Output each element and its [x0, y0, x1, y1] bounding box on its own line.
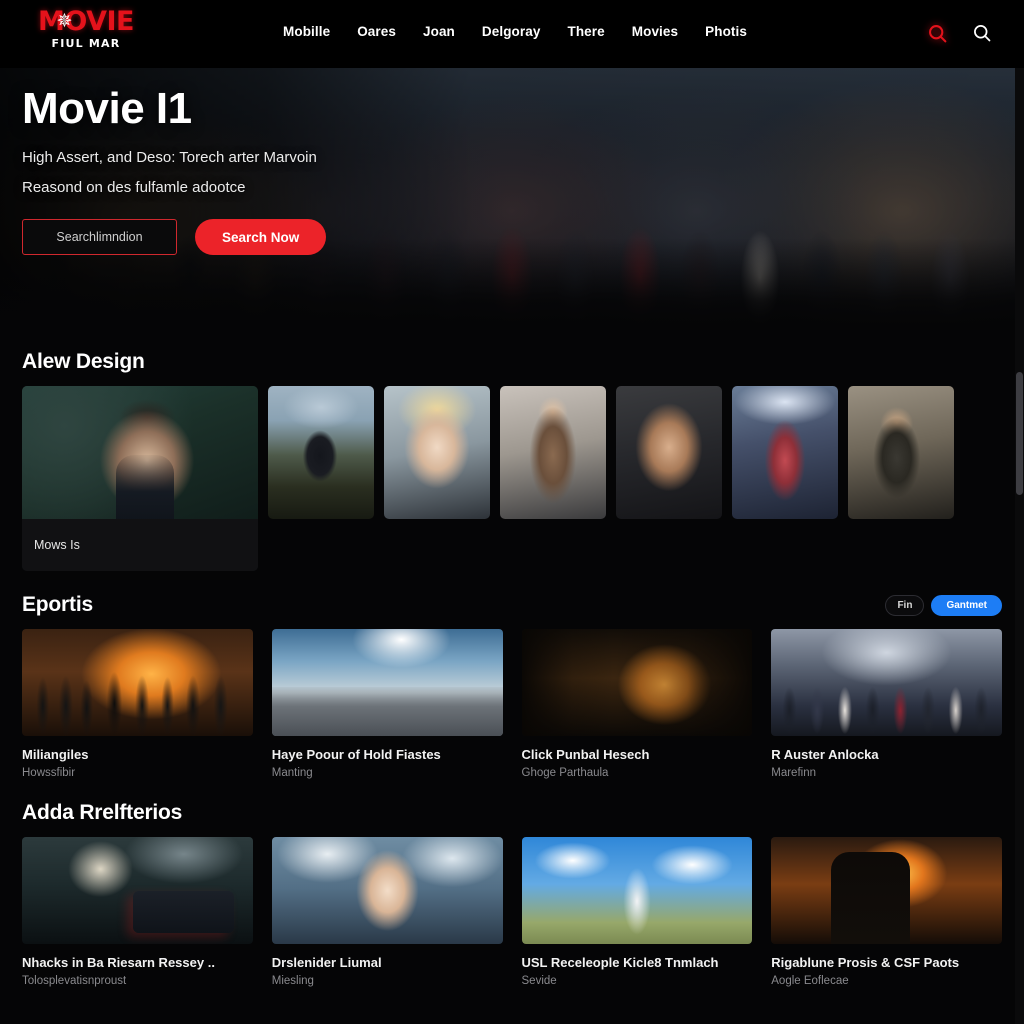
card-title: Click Punbal Hesech — [521, 747, 650, 762]
card-meta: Manting — [271, 767, 313, 779]
card-title: Drslenider Liumal — [271, 955, 382, 970]
card-meta: Marefinn — [771, 767, 816, 779]
section-alew-design: Alew Design Mows Is — [0, 328, 1024, 571]
section-header-eportis: Eportis Fin Gantmet — [22, 571, 1002, 629]
thumb-man-tank-top[interactable] — [500, 386, 606, 519]
nav-item-photis[interactable]: Photis — [705, 24, 747, 39]
card-r-auster-anlocka[interactable]: R Auster Anlocka Marefinn — [771, 629, 1002, 779]
card-artwork — [521, 629, 753, 736]
card-nhacks-in-ba-riesarn-ressey[interactable]: Nhacks in Ba Riesarn Ressey .. Tolosplev… — [22, 837, 253, 987]
page-root: MOVIE ✵ FIUL MAR Mobille Oares Joan Delg… — [0, 0, 1024, 1024]
card-meta: Sevide — [521, 975, 557, 987]
header-actions — [925, 21, 994, 45]
main-nav: Mobille Oares Joan Delgoray There Movies… — [283, 24, 747, 39]
hero-actions: Search Now — [22, 219, 642, 256]
hero-content: Movie I1 High Assert, and Deso: Torech a… — [22, 84, 642, 256]
search-icon-red[interactable] — [925, 21, 949, 45]
feature-card-caption: Mows Is — [22, 519, 258, 571]
section-header-alew-design: Alew Design — [22, 328, 1002, 386]
nav-item-movies[interactable]: Movies — [632, 24, 678, 39]
search-now-button[interactable]: Search Now — [195, 219, 327, 256]
thumb-woman-red-shirt-crowd[interactable] — [732, 386, 838, 519]
card-title: Nhacks in Ba Riesarn Ressey .. — [22, 955, 215, 970]
thumb-man-suit-agents[interactable] — [848, 386, 954, 519]
card-meta: Howssfibir — [22, 767, 76, 779]
card-artwork — [271, 629, 503, 736]
card-drslenider-liumal[interactable]: Drslenider Liumal Miesling — [271, 837, 503, 987]
thumb-blonde-woman[interactable] — [384, 386, 490, 519]
hero-title: Movie I1 — [22, 84, 192, 133]
nav-item-joan[interactable]: Joan — [423, 24, 455, 39]
hero-search-input[interactable] — [22, 219, 177, 256]
site-header: MOVIE ✵ FIUL MAR Mobille Oares Joan Delg… — [0, 0, 1024, 68]
section-title-adda-rrelfterios: Adda Rrelfterios — [22, 801, 183, 824]
card-rigablune-prosis-csf-paots[interactable]: Rigablune Prosis & CSF Paots Aogle Eofle… — [771, 837, 1002, 987]
card-artwork — [22, 629, 253, 736]
search-icon-white[interactable] — [970, 21, 994, 45]
carousel-edge-fade — [980, 386, 1002, 519]
hero-banner: Movie I1 High Assert, and Deso: Torech a… — [0, 68, 1024, 328]
card-usl-receleople-kicle8-tnmlach[interactable]: USL Receleople Kicle8 Tnmlach Sevide — [521, 837, 753, 987]
card-meta: Ghoge Parthaula — [521, 767, 609, 779]
card-miliangiles[interactable]: Miliangiles Howssfibir — [22, 629, 253, 779]
section-header-adda-rrelfterios: Adda Rrelfterios — [22, 779, 1002, 837]
card-artwork — [771, 837, 1002, 944]
feature-card-artwork — [22, 386, 258, 538]
card-click-punbal-hesech[interactable]: Click Punbal Hesech Ghoge Parthaula — [521, 629, 753, 779]
filter-pill-fin[interactable]: Fin — [885, 594, 925, 616]
card-haye-poour-of-hold-fiastes[interactable]: Haye Poour of Hold Fiastes Manting — [271, 629, 503, 779]
adda-rrelfterios-card-grid: Nhacks in Ba Riesarn Ressey .. Tolosplev… — [22, 837, 1002, 987]
thumb-brunette-woman[interactable] — [616, 386, 722, 519]
section-eportis: Eportis Fin Gantmet Miliangiles Howssfib… — [0, 571, 1024, 779]
card-artwork — [22, 837, 253, 944]
eportis-card-grid: Miliangiles Howssfibir Haye Poour of Hol… — [22, 629, 1002, 779]
eportis-filter-pills: Fin Gantmet — [885, 594, 1002, 616]
nav-item-mobille[interactable]: Mobille — [283, 24, 330, 39]
section-title-alew-design: Alew Design — [22, 350, 145, 373]
nav-item-delgoray[interactable]: Delgoray — [482, 24, 541, 39]
nav-item-oares[interactable]: Oares — [357, 24, 396, 39]
card-meta: Tolosplevatisnproust — [22, 975, 127, 987]
alew-design-carousel[interactable]: Mows Is — [22, 386, 1002, 571]
card-artwork — [771, 629, 1002, 736]
card-artwork — [271, 837, 503, 944]
feature-card[interactable]: Mows Is — [22, 386, 258, 571]
filter-pill-gantmet[interactable]: Gantmet — [931, 594, 1002, 616]
vertical-scrollbar-thumb[interactable] — [1016, 372, 1023, 495]
thumb-figure-arms-out[interactable] — [268, 386, 374, 519]
card-artwork — [521, 837, 753, 944]
nav-item-there[interactable]: There — [567, 24, 604, 39]
section-adda-rrelfterios: Adda Rrelfterios Nhacks in Ba Riesarn Re… — [0, 779, 1024, 987]
card-title: R Auster Anlocka — [771, 747, 879, 762]
card-title: USL Receleople Kicle8 Tnmlach — [521, 955, 719, 970]
hero-subtitle-line-2: Reasond on des fulfamle adootce — [22, 179, 246, 197]
logo-text-sub: FIUL MAR — [51, 37, 121, 50]
card-title: Haye Poour of Hold Fiastes — [271, 747, 441, 762]
hero-subtitle-line-1: High Assert, and Deso: Torech arter Marv… — [22, 149, 317, 167]
vertical-scrollbar-track[interactable] — [1015, 68, 1024, 1024]
section-title-eportis: Eportis — [22, 593, 93, 616]
site-logo[interactable]: MOVIE ✵ FIUL MAR — [26, 8, 146, 49]
card-title: Rigablune Prosis & CSF Paots — [771, 955, 960, 970]
logo-text-main: MOVIE — [38, 6, 134, 37]
card-title: Miliangiles — [22, 747, 89, 762]
card-meta: Miesling — [271, 975, 314, 987]
card-meta: Aogle Eoflecae — [771, 975, 849, 987]
